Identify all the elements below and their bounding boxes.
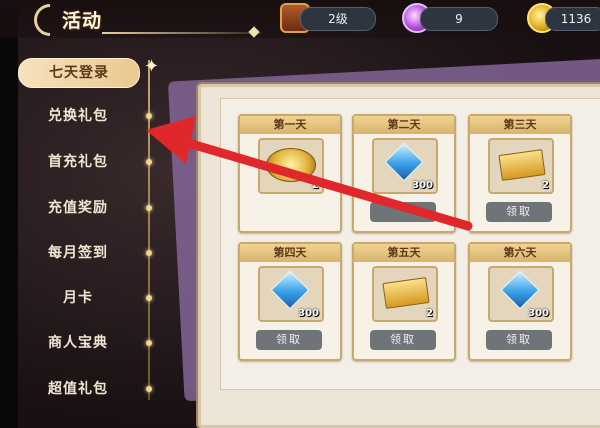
reward-quantity: 2 xyxy=(542,180,549,191)
reward-item-slot: 2 xyxy=(488,138,554,194)
sidebar: 七天登录 ✦ 兑换礼包 首充礼包 充值奖励 每月签到 月卡 商人宝典 超值礼包 xyxy=(18,58,168,428)
page-title: 活动 xyxy=(62,10,103,32)
gem-value: 9 xyxy=(455,12,463,26)
day-label: 第三天 xyxy=(470,116,570,134)
gem-counter[interactable]: 9 xyxy=(420,7,498,31)
sidebar-dot xyxy=(146,113,152,119)
reward-card-day-1[interactable]: 第一天 2 xyxy=(238,114,342,233)
sidebar-dot xyxy=(146,250,152,256)
reward-quantity: 300 xyxy=(298,308,319,319)
reward-card-day-5[interactable]: 第五天 2 领取 xyxy=(352,242,456,361)
sparkle-icon: ✦ xyxy=(144,56,160,77)
sidebar-item-value-gift[interactable]: 超值礼包 xyxy=(18,375,138,403)
day-label: 第四天 xyxy=(240,244,340,262)
top-bar: 活动 2级 9 1136 xyxy=(0,0,600,43)
sidebar-dot xyxy=(146,295,152,301)
sidebar-item-seven-day-login[interactable]: 七天登录 xyxy=(18,58,140,88)
level-counter[interactable]: 2级 xyxy=(300,7,376,31)
sidebar-item-redeem-gift[interactable]: 兑换礼包 xyxy=(18,102,138,130)
left-edge xyxy=(0,0,18,428)
reward-quantity: 2 xyxy=(312,180,319,191)
sidebar-dot xyxy=(146,159,152,165)
reward-card-day-2[interactable]: 第二天 300 xyxy=(352,114,456,233)
claim-button[interactable]: 领取 xyxy=(486,202,552,222)
sidebar-dot xyxy=(146,340,152,346)
sidebar-item-merchant-guide[interactable]: 商人宝典 xyxy=(18,329,138,357)
sidebar-item-recharge-reward[interactable]: 充值奖励 xyxy=(18,194,138,222)
sidebar-dot xyxy=(146,386,152,392)
reward-item-slot: 2 xyxy=(372,266,438,322)
sidebar-item-first-recharge[interactable]: 首充礼包 xyxy=(18,148,138,176)
reward-quantity: 300 xyxy=(412,180,433,191)
reward-quantity: 2 xyxy=(426,308,433,319)
reward-card-day-3[interactable]: 第三天 2 领取 xyxy=(468,114,572,233)
day-label: 第六天 xyxy=(470,244,570,262)
ticket-icon xyxy=(382,277,430,309)
sidebar-dot xyxy=(146,205,152,211)
claim-button[interactable]: 领取 xyxy=(370,330,436,350)
diamond-ornament-icon xyxy=(248,26,260,38)
ticket-icon xyxy=(498,149,546,181)
reward-item-slot: 2 xyxy=(258,138,324,194)
sidebar-item-monthly-card[interactable]: 月卡 xyxy=(18,284,138,312)
reward-item-slot: 300 xyxy=(488,266,554,322)
claim-button[interactable]: 领取 xyxy=(256,330,322,350)
reward-quantity: 300 xyxy=(528,308,549,319)
coin-value: 1136 xyxy=(560,12,592,26)
day-label: 第二天 xyxy=(354,116,454,134)
day-label: 第一天 xyxy=(240,116,340,134)
reward-card-day-4[interactable]: 第四天 300 领取 xyxy=(238,242,342,361)
day-label: 第五天 xyxy=(354,244,454,262)
level-value: 2级 xyxy=(328,12,348,26)
reward-item-slot: 300 xyxy=(372,138,438,194)
diamond-icon xyxy=(500,270,540,310)
title-underline xyxy=(102,32,262,34)
claim-button[interactable]: 领取 xyxy=(486,330,552,350)
activity-title-area: 活动 xyxy=(14,0,262,43)
coupon-icon xyxy=(266,148,316,182)
reward-card-day-6[interactable]: 第六天 300 领取 xyxy=(468,242,572,361)
claim-button[interactable] xyxy=(370,202,436,222)
diamond-icon xyxy=(270,270,310,310)
diamond-icon xyxy=(384,142,424,182)
sidebar-item-monthly-signin[interactable]: 每月签到 xyxy=(18,239,138,267)
reward-item-slot: 300 xyxy=(258,266,324,322)
coin-counter[interactable]: 1136 xyxy=(545,7,600,31)
